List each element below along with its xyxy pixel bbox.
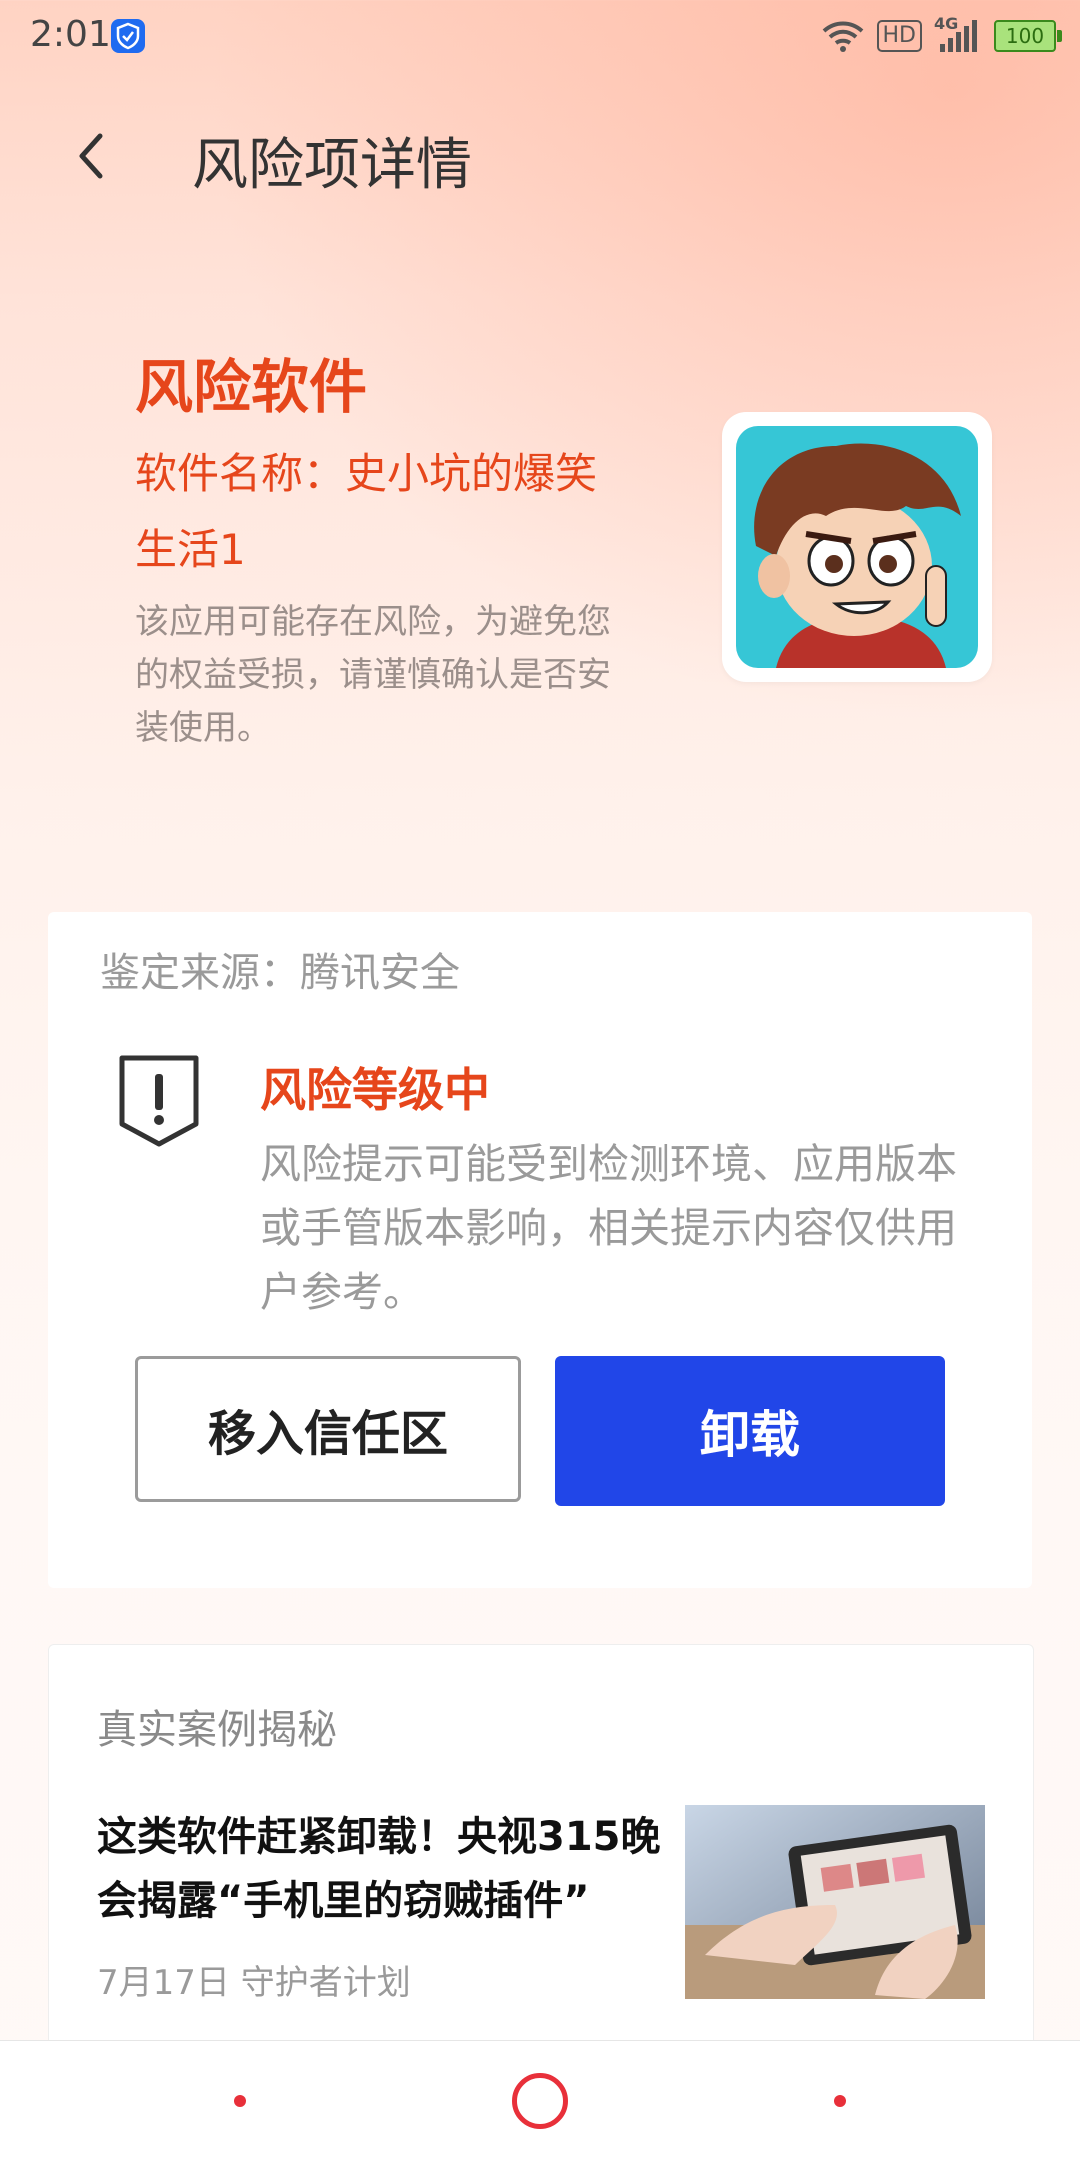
app-icon-frame xyxy=(722,412,992,682)
status-icons: HD 4G 100 xyxy=(821,14,1062,56)
shield-check-icon xyxy=(111,19,145,53)
home-circle-icon[interactable] xyxy=(512,2073,568,2129)
assessment-source: 鉴定来源：腾讯安全 xyxy=(100,950,460,996)
status-time: 2:01 xyxy=(30,14,111,55)
page-title: 风险项详情 xyxy=(192,133,472,198)
cases-title: 真实案例揭秘 xyxy=(97,1707,337,1753)
risk-description: 该应用可能存在风险，为避免您的权益受损，请谨慎确认是否安装使用。 xyxy=(135,602,611,748)
system-nav-bar xyxy=(0,2040,1080,2161)
status-bar: 2:01 HD 4G 100 xyxy=(0,0,1080,76)
signal-icon: 4G xyxy=(934,14,982,54)
article-item[interactable]: 这类软件赶紧卸载！央视315晚会揭露“手机里的窃贼插件” 7月17日 守护者计划 xyxy=(49,1805,1033,2025)
hd-badge: HD xyxy=(876,20,922,52)
article-meta: 7月17日 守护者计划 xyxy=(97,1963,411,2003)
uninstall-button[interactable]: 卸载 xyxy=(555,1356,945,1506)
assessment-card: 鉴定来源：腾讯安全 风险等级中 风险提示可能受到检测环境、应用版本或手管版本影响… xyxy=(48,912,1032,1588)
risk-level-description: 风险提示可能受到检测环境、应用版本或手管版本影响，相关提示内容仅供用户参考。 xyxy=(260,1140,957,1316)
battery-icon: 100 xyxy=(994,20,1062,52)
wifi-icon xyxy=(822,21,863,52)
app-name: 软件名称：史小坑的爆笑生活1 xyxy=(135,449,598,574)
risk-level-title: 风险等级中 xyxy=(260,1063,490,1117)
warning-shield-icon xyxy=(119,1055,199,1147)
app-icon xyxy=(736,426,978,668)
move-to-trust-button[interactable]: 移入信任区 xyxy=(135,1356,521,1502)
nav-menu-button[interactable] xyxy=(234,2095,246,2107)
article-title: 这类软件赶紧卸载！央视315晚会揭露“手机里的窃贼插件” xyxy=(97,1814,661,1924)
risk-title: 风险软件 xyxy=(135,353,368,421)
back-arrow-icon[interactable] xyxy=(70,128,122,184)
cases-card: 真实案例揭秘 这类软件赶紧卸载！央视315晚会揭露“手机里的窃贼插件” 7月17… xyxy=(48,1644,1034,2046)
nav-back-button[interactable] xyxy=(834,2095,846,2107)
article-thumbnail xyxy=(685,1805,985,1999)
